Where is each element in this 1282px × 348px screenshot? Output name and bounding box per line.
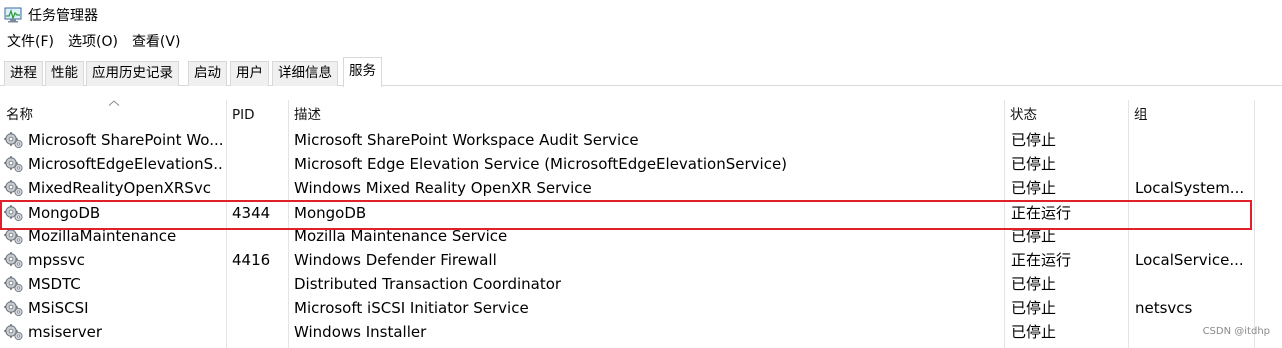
- service-gears-icon: [4, 204, 23, 222]
- service-pid: [232, 128, 284, 152]
- column-header-group[interactable]: 组: [1128, 100, 1254, 128]
- table-row[interactable]: MixedRealityOpenXRSvc Windows Mixed Real…: [0, 176, 1282, 200]
- service-status: 已停止: [1011, 275, 1057, 293]
- service-gears-icon: [4, 227, 23, 245]
- tab-app-history[interactable]: 应用历史记录: [86, 61, 179, 86]
- service-gears-icon: [4, 299, 23, 317]
- menu-bar: 文件(F) 选项(O) 查看(V): [0, 31, 187, 53]
- service-description: Distributed Transaction Coordinator: [294, 275, 562, 293]
- table-row[interactable]: MSiSCSI Microsoft iSCSI Initiator Servic…: [0, 296, 1282, 320]
- service-pid: [232, 224, 284, 248]
- service-group: [1135, 152, 1255, 176]
- table-row[interactable]: mpssvc 4416 Windows Defender Firewall 正在…: [0, 248, 1282, 272]
- column-header-description[interactable]: 描述: [288, 100, 1004, 128]
- tab-performance[interactable]: 性能: [45, 61, 84, 86]
- service-name: msiserver: [28, 323, 103, 341]
- service-group: [1135, 201, 1255, 225]
- service-pid: [232, 176, 284, 200]
- tab-details[interactable]: 详细信息: [272, 61, 338, 86]
- service-description: Windows Installer: [294, 323, 427, 341]
- tab-services[interactable]: 服务: [343, 57, 382, 87]
- column-header-name[interactable]: 名称: [0, 100, 226, 128]
- service-group: netsvcs: [1135, 299, 1193, 317]
- service-group: [1135, 224, 1255, 248]
- table-row[interactable]: MongoDB 4344 MongoDB 正在运行: [0, 201, 1282, 225]
- menu-file[interactable]: 文件(F): [0, 31, 61, 53]
- service-name: MixedRealityOpenXRSvc: [28, 179, 211, 197]
- table-row[interactable]: msiserver Windows Installer 已停止: [0, 320, 1282, 344]
- service-pid: [232, 152, 284, 176]
- column-header-pid[interactable]: PID: [226, 100, 288, 128]
- table-row[interactable]: Microsoft SharePoint Wo... Microsoft Sha…: [0, 128, 1282, 152]
- service-status: 已停止: [1011, 155, 1057, 173]
- service-description: Microsoft SharePoint Workspace Audit Ser…: [294, 131, 639, 149]
- service-name: MSiSCSI: [28, 299, 89, 317]
- table-row[interactable]: MozillaMaintenance Mozilla Maintenance S…: [0, 224, 1282, 248]
- service-name: mpssvc: [28, 251, 85, 269]
- service-status: 正在运行: [1011, 251, 1072, 269]
- service-name: MozillaMaintenance: [28, 227, 177, 245]
- tab-strip: 进程 性能 应用历史记录 启动 用户 详细信息 服务: [0, 56, 1282, 87]
- service-gears-icon: [4, 131, 23, 149]
- table-header: 名称 PID 描述 状态 组: [0, 100, 1282, 128]
- menu-view[interactable]: 查看(V): [125, 31, 188, 53]
- table-row[interactable]: MicrosoftEdgeElevationS... Microsoft Edg…: [0, 152, 1282, 176]
- service-status: 已停止: [1011, 131, 1057, 149]
- service-name: Microsoft SharePoint Wo...: [28, 131, 224, 149]
- service-pid: 4416: [232, 251, 271, 269]
- title-bar: 任务管理器: [0, 0, 1282, 29]
- service-group: [1135, 272, 1255, 296]
- service-name: MSDTC: [28, 275, 81, 293]
- service-name: MongoDB: [28, 204, 101, 222]
- service-status: 已停止: [1011, 179, 1057, 197]
- service-gears-icon: [4, 251, 23, 269]
- service-group: LocalService...: [1135, 251, 1244, 269]
- service-status: 正在运行: [1011, 204, 1072, 222]
- menu-options[interactable]: 选项(O): [61, 31, 125, 53]
- service-pid: [232, 296, 284, 320]
- tab-users[interactable]: 用户: [230, 61, 269, 86]
- service-description: MongoDB: [294, 204, 367, 222]
- service-gears-icon: [4, 275, 23, 293]
- column-header-status[interactable]: 状态: [1004, 100, 1128, 128]
- service-group: LocalSystem...: [1135, 179, 1245, 197]
- tab-processes[interactable]: 进程: [4, 61, 43, 86]
- service-description: Microsoft iSCSI Initiator Service: [294, 299, 529, 317]
- service-gears-icon: [4, 323, 23, 341]
- service-group: [1135, 128, 1255, 152]
- service-pid: 4344: [232, 204, 271, 222]
- service-status: 已停止: [1011, 299, 1057, 317]
- service-pid: [232, 320, 284, 344]
- service-name: MicrosoftEdgeElevationS...: [28, 155, 224, 173]
- tab-startup[interactable]: 启动: [188, 61, 227, 86]
- service-pid: [232, 272, 284, 296]
- service-description: Mozilla Maintenance Service: [294, 227, 508, 245]
- service-description: Microsoft Edge Elevation Service (Micros…: [294, 155, 788, 173]
- service-gears-icon: [4, 155, 23, 173]
- service-description: Windows Defender Firewall: [294, 251, 497, 269]
- window-title: 任务管理器: [28, 7, 98, 24]
- service-status: 已停止: [1011, 323, 1057, 341]
- service-description: Windows Mixed Reality OpenXR Service: [294, 179, 592, 197]
- table-row[interactable]: MSDTC Distributed Transaction Coordinato…: [0, 272, 1282, 296]
- service-status: 已停止: [1011, 227, 1057, 245]
- task-manager-icon: [4, 7, 22, 22]
- watermark: CSDN @itdhp: [1202, 326, 1270, 337]
- service-gears-icon: [4, 179, 23, 197]
